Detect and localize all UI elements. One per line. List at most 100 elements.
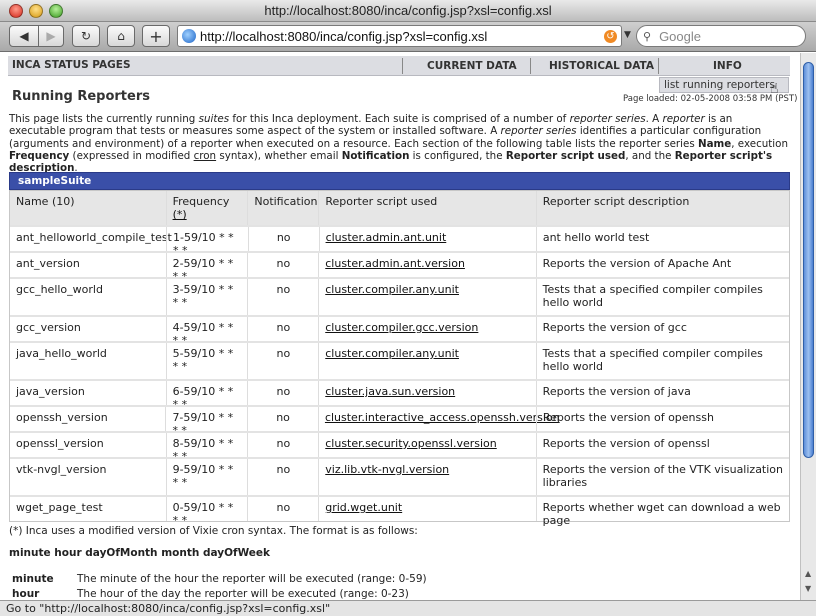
reporter-notification-cell: no (247, 227, 319, 251)
reporter-notification: no (276, 411, 290, 424)
cron-footnote: (*) Inca uses a modified version of Vixi… (9, 525, 418, 537)
reporter-script-link[interactable]: cluster.compiler.any.unit (325, 347, 459, 360)
reporter-description-cell: Reports whether wget can download a web … (535, 497, 789, 527)
reporter-name-cell: gcc_version (10, 317, 166, 341)
home-button[interactable]: ⌂ (107, 25, 135, 47)
reporter-notification-cell: no (247, 381, 318, 405)
forward-arrow-icon: ▶ (46, 29, 56, 43)
reporter-script-link[interactable]: cluster.compiler.any.unit (325, 283, 459, 296)
reporter-notification-cell: no (247, 459, 318, 495)
reload-icon: ↻ (80, 29, 92, 43)
reporter-script-link[interactable]: cluster.admin.ant.unit (326, 231, 447, 244)
add-bookmark-button[interactable]: + (142, 25, 170, 47)
reporter-description-cell: Tests that a specified compiler compiles… (535, 279, 789, 315)
def-desc-minute: The minute of the hour the reporter will… (77, 573, 427, 585)
reporter-notification: no (276, 257, 291, 270)
reporter-script-link[interactable]: cluster.security.openssl.version (325, 437, 497, 450)
reporter-notification: no (276, 501, 291, 514)
back-button[interactable]: ◀ (9, 25, 39, 47)
address-input[interactable]: http://localhost:8080/inca/config.jsp?xs… (200, 29, 604, 44)
forward-button[interactable]: ▶ (38, 25, 64, 47)
window-titlebar: http://localhost:8080/inca/config.jsp?xs… (0, 0, 816, 22)
reporter-description: Reports the version of openssh (542, 411, 714, 424)
nav-historical-data[interactable]: HISTORICAL DATA (549, 60, 654, 72)
cron-footnote-link[interactable]: (*) (173, 208, 187, 221)
reporter-name-cell: ant_version (10, 253, 166, 277)
page-loaded-timestamp: Page loaded: 02-05-2008 03:58 PM (PST) (623, 94, 798, 104)
reporter-script-link-cell: cluster.compiler.any.unit (318, 343, 535, 379)
address-bar[interactable]: http://localhost:8080/inca/config.jsp?xs… (177, 25, 622, 47)
reporter-frequency-cell: 5-59/10 * * * * (165, 343, 248, 379)
reporter-script-link[interactable]: viz.lib.vtk-nvgl.version (325, 463, 449, 476)
plus-icon: + (149, 26, 163, 46)
nav-divider (402, 58, 403, 74)
reporter-notification: no (276, 437, 291, 450)
table-row: vtk-nvgl_version 9-59/10 * * * * no viz.lib… (10, 457, 789, 495)
nav-current-data[interactable]: CURRENT DATA (427, 60, 517, 72)
reporter-description-cell: Tests that a specified compiler compiles… (535, 343, 789, 379)
reporter-script-link-cell: cluster.compiler.gcc.version (318, 317, 535, 341)
reporter-description: Reports the version of gcc (542, 321, 687, 334)
cron-format-line: minute hour dayOfMonth month dayOfWeek (9, 547, 271, 559)
search-field[interactable]: ⚲ Google (636, 25, 806, 47)
table-row: gcc_version 4-59/10 * * * * no cluster.comp… (10, 315, 789, 347)
reporter-name-cell: gcc_hello_world (10, 279, 166, 315)
reporter-description-cell: Reports the version of java (535, 381, 789, 405)
def-desc-hour: The hour of the day the reporter will be… (77, 588, 409, 600)
reporter-frequency-cell: 7-59/10 * * * * (165, 407, 247, 437)
reporter-script-link-cell: viz.lib.vtk-nvgl.version (318, 459, 535, 495)
col-header-frequency: Frequency (*) (165, 191, 248, 225)
col-header-notification: Notification (247, 191, 318, 225)
reporter-description-cell: Reports the version of the VTK visualiza… (535, 459, 789, 495)
reporter-script-link-cell: cluster.security.openssl.version (318, 433, 535, 457)
reporter-script-link[interactable]: cluster.compiler.gcc.version (325, 321, 478, 334)
reporter-frequency-cell: 4-59/10 * * * * (165, 317, 248, 347)
reporter-description-cell: Reports the version of openssh (535, 407, 789, 431)
reporter-description: Reports the version of Apache Ant (542, 257, 732, 270)
table-row: wget_page_test 0-59/10 * * * * no grid.wget… (10, 495, 789, 527)
nav-info[interactable]: INFO (713, 60, 742, 72)
page-viewport: INCA STATUS PAGES CURRENT DATA HISTORICA… (0, 53, 800, 600)
reporter-notification: no (276, 385, 291, 398)
reporter-name-cell: java_version (10, 381, 166, 405)
reporter-description: Reports whether wget can download a web … (542, 501, 781, 527)
suite-header: sampleSuite (9, 172, 790, 190)
def-term-hour: hour (12, 588, 40, 600)
reporter-description-cell: ant hello world test (535, 227, 789, 251)
reporter-name: gcc_version (16, 321, 81, 334)
intro-paragraph: This page lists the currently running su… (9, 113, 788, 175)
reporter-description: Tests that a specified compiler compiles… (542, 283, 763, 309)
reporter-description: ant hello world test (542, 231, 650, 244)
back-arrow-icon: ◀ (19, 29, 29, 43)
reporter-notification: no (276, 283, 291, 296)
reporter-frequency-cell: 8-59/10 * * * * (165, 433, 248, 463)
reporter-frequency: 5-59/10 * * * * (172, 347, 234, 373)
reporter-notification-cell: no (247, 433, 318, 457)
scroll-down-icon[interactable]: ▼ (805, 584, 811, 593)
snapback-icon[interactable]: ↺ (604, 29, 617, 43)
reporter-notification-cell: no (247, 343, 318, 379)
reporter-script-link[interactable]: grid.wget.unit (325, 501, 402, 514)
reporter-frequency-cell: 3-59/10 * * * * (165, 279, 248, 315)
chevron-down-icon[interactable]: ▼ (624, 30, 631, 40)
reporter-script-link[interactable]: cluster.admin.ant.version (325, 257, 465, 270)
reporter-notification-cell: no (247, 497, 318, 521)
reporter-script-link-cell: cluster.java.sun.version (318, 381, 535, 405)
vertical-scrollbar[interactable]: ▲ ▼ (800, 53, 816, 600)
reporter-frequency: 0-59/10 * * * * (172, 501, 234, 527)
reporter-name: java_version (16, 385, 85, 398)
scroll-thumb[interactable] (803, 62, 814, 458)
scroll-up-icon[interactable]: ▲ (805, 569, 811, 578)
table-row: ant_version 2-59/10 * * * * no cluster.admi… (10, 251, 789, 283)
reporter-script-link[interactable]: cluster.java.sun.version (325, 385, 455, 398)
reporter-name: wget_page_test (16, 501, 103, 514)
def-term-minute: minute (12, 573, 54, 585)
reporter-name: ant_version (16, 257, 80, 270)
reload-button[interactable]: ↻ (72, 25, 100, 47)
reporters-table: Name (10) Frequency (*) Notification Rep… (9, 190, 790, 527)
reporter-script-link[interactable]: cluster.interactive_access.openssh.versi… (325, 411, 560, 424)
reporter-script-link-cell: grid.wget.unit (318, 497, 535, 521)
reporter-name-cell: openssl_version (10, 433, 166, 457)
inca-brand[interactable]: INCA STATUS PAGES (12, 59, 131, 71)
table-row: openssh_version 7-59/10 * * * * no cluster.… (10, 405, 789, 437)
